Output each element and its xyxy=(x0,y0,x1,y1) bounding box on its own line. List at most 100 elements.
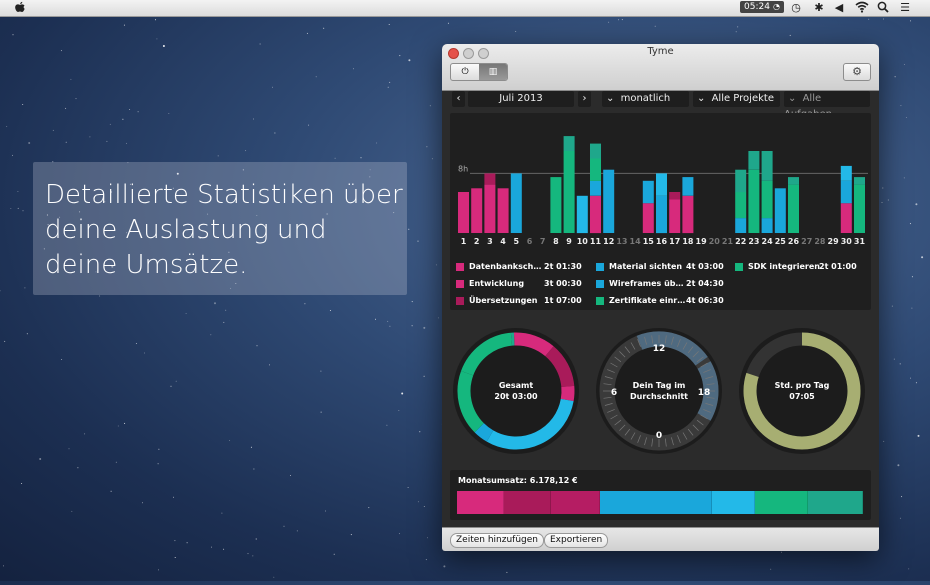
bar-segment[interactable] xyxy=(775,188,786,233)
day-tick-label: 16 xyxy=(656,237,668,246)
chevron-down-icon: ⌄ xyxy=(788,93,796,104)
bar-segment[interactable] xyxy=(484,185,495,233)
notification-center-icon[interactable]: ☰ xyxy=(898,1,912,14)
bar-segment[interactable] xyxy=(762,218,773,233)
bar-segment[interactable] xyxy=(590,181,601,196)
period-dropdown[interactable]: ⌄ monatlich xyxy=(602,91,689,107)
revenue-segment xyxy=(600,491,713,514)
window-title: Tyme xyxy=(442,46,879,57)
bar-segment[interactable] xyxy=(643,181,654,203)
bar-segment[interactable] xyxy=(669,192,680,200)
legend-task-duration: 3t 00:30 xyxy=(544,279,582,288)
clock-status[interactable]: 05:24 ◔ xyxy=(740,1,784,13)
bar-segment[interactable] xyxy=(643,203,654,233)
bar-segment[interactable] xyxy=(484,173,495,184)
volume-icon[interactable]: ◀ xyxy=(832,1,846,14)
clock-time: 05:24 xyxy=(744,1,770,13)
statistics-view-button[interactable]: ▥ xyxy=(479,64,507,80)
bar-segment[interactable] xyxy=(590,196,601,233)
time-machine-icon[interactable]: ◷ xyxy=(789,1,803,14)
bar-segment[interactable] xyxy=(854,177,865,185)
projects-dropdown[interactable]: ⌄ Alle Projekte xyxy=(693,91,780,107)
legend-task-duration: 4t 03:00 xyxy=(686,262,724,271)
bar-segment[interactable] xyxy=(458,192,469,233)
bar-segment[interactable] xyxy=(854,185,865,233)
day-tick-label: 7 xyxy=(540,237,546,246)
legend-swatch xyxy=(596,297,604,305)
window-bottom-bar: Zeiten hinzufügen Exportieren xyxy=(442,527,879,551)
legend-task-duration: 2t 01:00 xyxy=(819,262,857,271)
day-tick-label: 26 xyxy=(788,237,800,246)
bar-segment[interactable] xyxy=(788,177,799,185)
bar-segment[interactable] xyxy=(471,188,482,233)
day-tick-label: 18 xyxy=(682,237,694,246)
donut-charts: Gesamt20t 03:00121806Dein Tag imDurchsch… xyxy=(450,318,871,461)
bar-segment[interactable] xyxy=(841,166,852,181)
tasks-dropdown[interactable]: ⌄ Alle Aufgaben xyxy=(784,91,870,107)
legend-swatch xyxy=(735,263,743,271)
bar-segment[interactable] xyxy=(550,177,561,233)
bar-segment[interactable] xyxy=(590,159,601,181)
total-donut-label: Gesamt xyxy=(499,381,533,390)
bar-segment[interactable] xyxy=(564,136,575,151)
export-button[interactable]: Exportieren xyxy=(544,533,608,548)
day-tick-label: 24 xyxy=(762,237,774,246)
bar-segment[interactable] xyxy=(748,170,759,233)
next-month-button[interactable]: › xyxy=(578,91,591,107)
legend-task-name: Zertifikate einr… xyxy=(609,296,685,305)
hours-per-day-value: 07:05 xyxy=(789,392,815,401)
day-tick-label: 5 xyxy=(514,237,520,246)
settings-button[interactable]: ⚙ xyxy=(843,63,871,81)
bar-segment[interactable] xyxy=(682,196,693,233)
day-tick-label: 13 xyxy=(616,237,627,246)
bar-segment[interactable] xyxy=(590,144,601,159)
bar-segment[interactable] xyxy=(656,196,667,233)
summary-donuts: Gesamt20t 03:00121806Dein Tag imDurchsch… xyxy=(450,318,871,461)
legend-task-duration: 2t 01:30 xyxy=(544,262,582,271)
promo-callout: Detaillierte Statistiken über deine Ausl… xyxy=(33,162,407,295)
bar-segment[interactable] xyxy=(498,188,509,233)
bar-segment[interactable] xyxy=(656,173,667,195)
day-tick-label: 19 xyxy=(696,237,708,246)
reference-line-label: 8h xyxy=(458,164,468,173)
bar-segment[interactable] xyxy=(603,170,614,233)
bar-segment[interactable] xyxy=(735,192,746,218)
day-tick-label: 6 xyxy=(527,237,533,246)
day-tick-label: 8 xyxy=(553,237,559,246)
monthly-revenue-label: Monatsumsatz: 6.178,12 € xyxy=(458,476,578,485)
bluetooth-icon[interactable]: ✱ xyxy=(812,1,826,14)
month-selector[interactable]: Juli 2013 xyxy=(468,91,574,107)
day-tick-label: 31 xyxy=(854,237,866,246)
wifi-icon[interactable] xyxy=(855,1,869,14)
bar-segment[interactable] xyxy=(682,177,693,196)
bar-segment[interactable] xyxy=(748,151,759,170)
apple-icon[interactable] xyxy=(14,1,26,14)
legend-swatch xyxy=(596,263,604,271)
chevron-down-icon: ⌄ xyxy=(606,93,614,104)
day-tick-label: 11 xyxy=(590,237,602,246)
bar-segment[interactable] xyxy=(669,200,680,234)
bar-segment[interactable] xyxy=(564,151,575,233)
previous-month-button[interactable]: ‹ xyxy=(452,91,465,107)
legend-task-duration: 1t 07:00 xyxy=(544,296,582,305)
add-times-button[interactable]: Zeiten hinzufügen xyxy=(450,533,544,548)
timer-view-button[interactable]: ⏻ xyxy=(451,64,479,80)
day-tick-label: 20 xyxy=(709,237,721,246)
legend-task-name: Entwicklung xyxy=(469,279,524,288)
gear-icon: ⚙ xyxy=(852,65,862,78)
bar-segment[interactable] xyxy=(841,203,852,233)
timer-icon: ⏻ xyxy=(461,67,468,77)
bar-segment[interactable] xyxy=(577,196,588,233)
bar-segment[interactable] xyxy=(735,170,746,192)
bar-segment[interactable] xyxy=(735,218,746,233)
legend-task-duration: 4t 06:30 xyxy=(686,296,724,305)
bar-segment[interactable] xyxy=(762,181,773,218)
bar-segment[interactable] xyxy=(762,151,773,181)
bar-segment[interactable] xyxy=(511,173,522,233)
legend-swatch xyxy=(596,280,604,288)
day-tick-label: 4 xyxy=(500,237,506,246)
day-tick-label: 22 xyxy=(735,237,746,246)
bar-segment[interactable] xyxy=(788,185,799,233)
bar-segment[interactable] xyxy=(841,181,852,203)
spotlight-icon[interactable] xyxy=(876,1,890,14)
